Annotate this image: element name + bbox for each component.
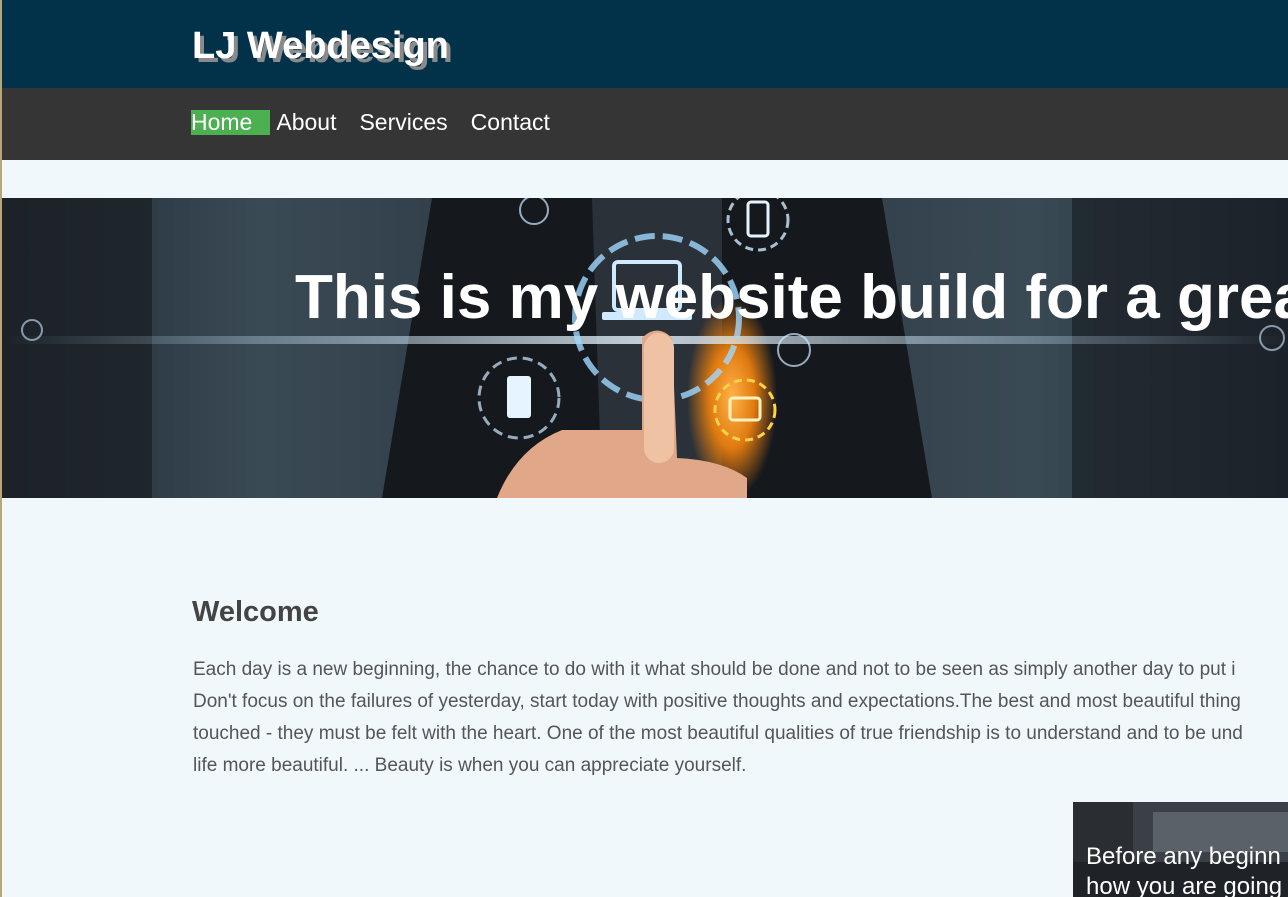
nav-item-home[interactable]: Home bbox=[191, 110, 271, 135]
nav-list: Home About Services Contact bbox=[191, 110, 573, 135]
nav-item-services[interactable]: Services bbox=[359, 110, 447, 135]
card-text-line-1: Before any beginn bbox=[1086, 843, 1281, 870]
hero-banner: This is my website build for a grea bbox=[2, 198, 1288, 498]
nav-item-contact[interactable]: Contact bbox=[471, 110, 550, 135]
welcome-line: Each day is a new beginning, the chance … bbox=[193, 659, 1236, 680]
welcome-line: touched - they must be felt with the hea… bbox=[193, 723, 1243, 744]
welcome-paragraph: Each day is a new beginning, the chance … bbox=[193, 654, 1288, 782]
welcome-line: Don't focus on the failures of yesterday… bbox=[193, 691, 1241, 712]
page: LJ Webdesign Home About Services Contact bbox=[0, 0, 1288, 897]
hero-background-image bbox=[2, 198, 1288, 498]
site-header: LJ Webdesign bbox=[2, 0, 1288, 88]
card-text-line-2: how you are going bbox=[1086, 873, 1283, 897]
hero-headline: This is my website build for a grea bbox=[295, 263, 1288, 332]
welcome-line: life more beautiful. ... Beauty is when … bbox=[193, 755, 747, 776]
site-logo-text[interactable]: LJ Webdesign bbox=[192, 24, 449, 68]
welcome-heading: Welcome bbox=[192, 596, 319, 628]
feature-card[interactable]: Before any beginn how you are going bbox=[1073, 802, 1288, 897]
nav-item-about[interactable]: About bbox=[276, 110, 336, 135]
main-navigation: Home About Services Contact bbox=[2, 88, 1288, 160]
